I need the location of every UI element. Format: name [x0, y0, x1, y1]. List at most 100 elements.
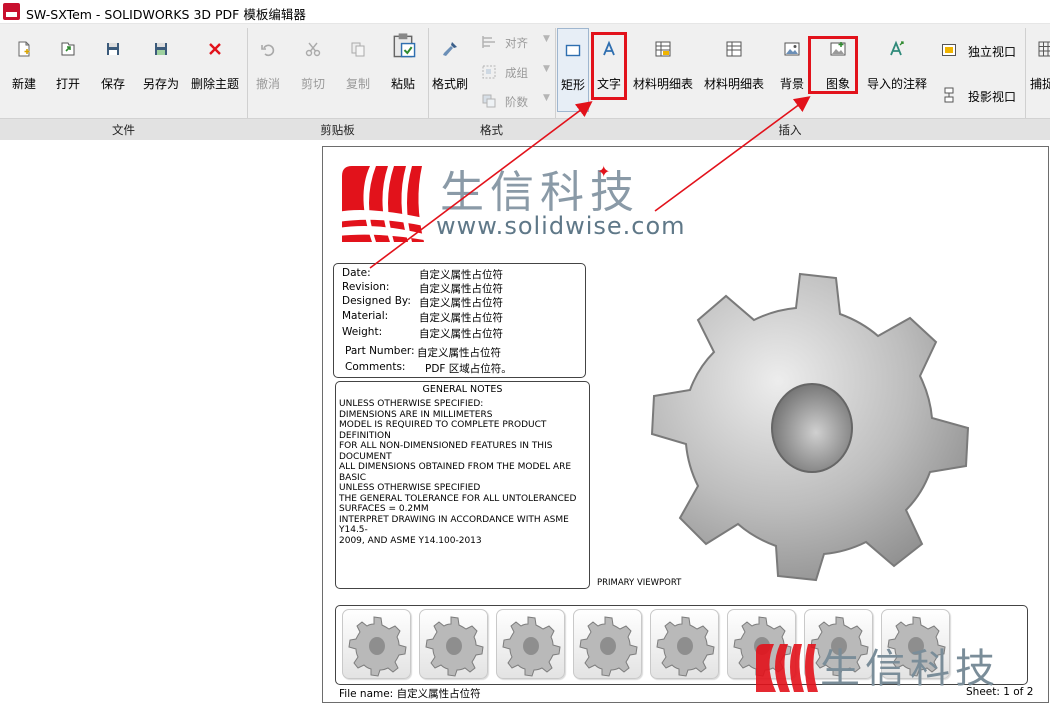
standalone-viewport-icon [942, 44, 956, 56]
property-label: Revision: [342, 281, 390, 293]
group-label-clipboard: 剪贴板 [320, 123, 355, 137]
window-title: SW-SXTem - SOLIDWORKS 3D PDF 模板编辑器 [26, 7, 306, 22]
cut-button[interactable]: 剪切 [295, 32, 331, 102]
watermark-logo-icon [756, 644, 818, 692]
property-value: PDF 区域占位符。 [425, 363, 512, 375]
notes-line: 2009, AND ASME Y14.100-2013 [339, 535, 482, 546]
notes-line: DOCUMENT [339, 451, 392, 462]
property-value: 自定义属性占位符 [419, 269, 503, 281]
undo-icon [261, 44, 275, 57]
notes-line: UNLESS OTHERWISE SPECIFIED: [339, 399, 484, 409]
highlight-text-button [591, 32, 627, 100]
rectangle-icon [565, 44, 581, 57]
format-painter-button[interactable]: 格式刷 [428, 32, 472, 102]
notes-line: BASIC [339, 472, 366, 483]
notes-line: THE GENERAL TOLERANCE FOR ALL UNTOLERANC… [339, 493, 577, 504]
paste-button[interactable]: 粘贴 [385, 32, 421, 102]
chevron-down-icon: ▼ [543, 64, 550, 74]
title-bar: SW-SXTem - SOLIDWORKS 3D PDF 模板编辑器 [0, 0, 1050, 24]
footer-file-name: File name: 自定义属性占位符 [339, 686, 481, 701]
file-name-label: File name: [339, 688, 394, 700]
save-as-icon [155, 43, 167, 55]
property-value: 自定义属性占位符 [419, 283, 503, 295]
chevron-down-icon: ▼ [543, 34, 550, 44]
notes-line: INTERPRET DRAWING IN ACCORDANCE WITH ASM… [339, 514, 569, 525]
notes-line: SURFACES = 0.2MM [339, 504, 429, 514]
primary-viewport-gear-icon[interactable] [640, 262, 990, 582]
copy-icon [351, 42, 365, 57]
notes-line: UNLESS OTHERWISE SPECIFIED [339, 483, 481, 493]
order-dropdown[interactable]: 阶数 ▼ [481, 92, 551, 112]
bom-table-button[interactable]: 材料明细表 [631, 32, 695, 102]
rectangle-button[interactable]: 矩形 [557, 28, 589, 112]
copy-button[interactable]: 复制 [340, 32, 376, 102]
group-icon [482, 65, 496, 79]
delete-x-icon [209, 43, 221, 55]
property-label: Date: [342, 267, 371, 279]
ribbon-body: 新建 打开 保存 另存为 删除主题 撤消 剪切 复制 粘贴 格式刷 对齐 ▼ 成… [0, 24, 1050, 118]
undo-button[interactable]: 撤消 [250, 32, 286, 102]
thumbnail-view[interactable] [573, 609, 642, 679]
file-name-value: 自定义属性占位符 [396, 688, 481, 700]
bom-table-icon [726, 41, 742, 57]
ribbon: 新建 打开 保存 另存为 删除主题 撤消 剪切 复制 粘贴 格式刷 对齐 ▼ 成… [0, 24, 1050, 140]
notes-line: Y14.5- [339, 525, 368, 535]
property-label: Material: [342, 310, 389, 322]
thumbnail-view[interactable] [419, 609, 488, 679]
group-label-file: 文件 [112, 123, 135, 137]
property-value: 自定义属性占位符 [419, 328, 503, 340]
imported-annotation-button[interactable]: 导入的注释 [864, 32, 930, 102]
snap-grid-icon [1038, 41, 1050, 57]
save-disk-icon [107, 43, 119, 55]
standalone-viewport-button[interactable]: 独立视口 [941, 40, 1021, 62]
notes-line: DEFINITION [339, 430, 391, 441]
open-folder-icon [61, 42, 75, 56]
logo-url: www.solidwise.com [436, 212, 686, 240]
viewport-label: PRIMARY VIEWPORT [597, 578, 682, 588]
background-button[interactable]: 背景 [775, 32, 809, 102]
snap-button[interactable]: 捕捉 [1026, 32, 1050, 102]
notes-line: ALL DIMENSIONS OBTAINED FROM THE MODEL A… [339, 462, 572, 472]
imported-annotation-icon [890, 40, 904, 56]
delete-theme-button[interactable]: 删除主题 [188, 32, 242, 102]
order-icon [482, 94, 496, 108]
projected-viewport-button[interactable]: 投影视口 [941, 85, 1021, 107]
group-dropdown[interactable]: 成组 ▼ [481, 63, 551, 83]
property-value: 自定义属性占位符 [419, 297, 503, 309]
group-label-insert: 插入 [778, 123, 802, 137]
notes-line: MODEL IS REQUIRED TO COMPLETE PRODUCT [339, 420, 547, 430]
paste-icon [393, 33, 416, 58]
format-painter-icon [443, 42, 457, 56]
bom-table-button-2[interactable]: 材料明细表 [702, 32, 766, 102]
bom-table-icon [655, 41, 671, 57]
property-value: 自定义属性占位符 [417, 347, 501, 359]
new-button[interactable]: 新建 [4, 32, 44, 102]
property-value: 自定义属性占位符 [419, 312, 503, 324]
property-label: Designed By: [342, 295, 411, 307]
thumbnail-view[interactable] [496, 609, 565, 679]
property-label: Weight: [342, 326, 383, 338]
notes-line: FOR ALL NON-DIMENSIONED FEATURES IN THIS [339, 441, 553, 451]
save-as-button[interactable]: 另存为 [138, 32, 184, 102]
group-label-format: 格式 [480, 123, 503, 137]
cut-icon [305, 42, 321, 57]
sheet-number: Sheet: 1 of 2 [966, 686, 1034, 698]
chevron-down-icon: ▼ [543, 93, 550, 103]
projected-viewport-icon [944, 87, 954, 103]
highlight-image-button [808, 36, 858, 94]
thumbnail-view[interactable] [342, 609, 411, 679]
property-label: Part Number: [345, 345, 415, 357]
sparkle-icon: ✦ [597, 162, 611, 181]
notes-line: DIMENSIONS ARE IN MILLIMETERS [339, 409, 493, 420]
notes-title: GENERAL NOTES [422, 384, 503, 395]
align-icon [482, 36, 495, 48]
align-dropdown[interactable]: 对齐 ▼ [481, 33, 551, 53]
ribbon-group-bar: 文件 剪贴板 格式 插入 [0, 118, 1050, 140]
background-image-icon [784, 42, 800, 56]
thumbnail-view[interactable] [650, 609, 719, 679]
new-file-icon [18, 41, 30, 57]
general-notes-box[interactable]: GENERAL NOTES UNLESS OTHERWISE SPECIFIED… [335, 381, 590, 589]
save-button[interactable]: 保存 [93, 32, 133, 102]
property-label: Comments: [345, 361, 406, 373]
open-button[interactable]: 打开 [48, 32, 88, 102]
